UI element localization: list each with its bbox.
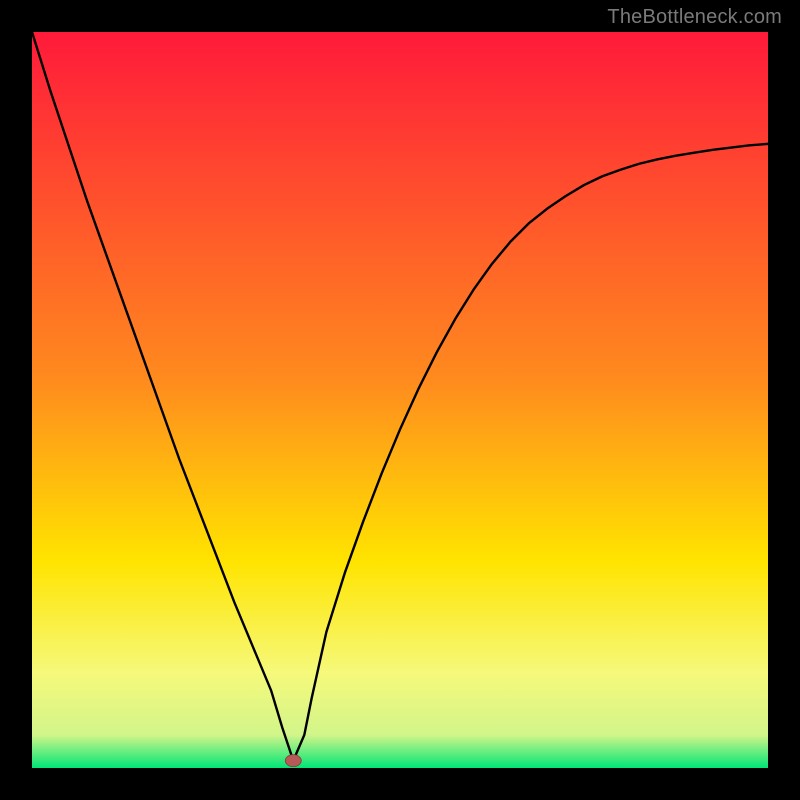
plot-area (32, 32, 768, 768)
chart-frame: TheBottleneck.com (0, 0, 800, 800)
curve-min-marker (285, 755, 301, 767)
plot-svg (32, 32, 768, 768)
gradient-background (32, 32, 768, 768)
watermark-label: TheBottleneck.com (607, 6, 782, 29)
